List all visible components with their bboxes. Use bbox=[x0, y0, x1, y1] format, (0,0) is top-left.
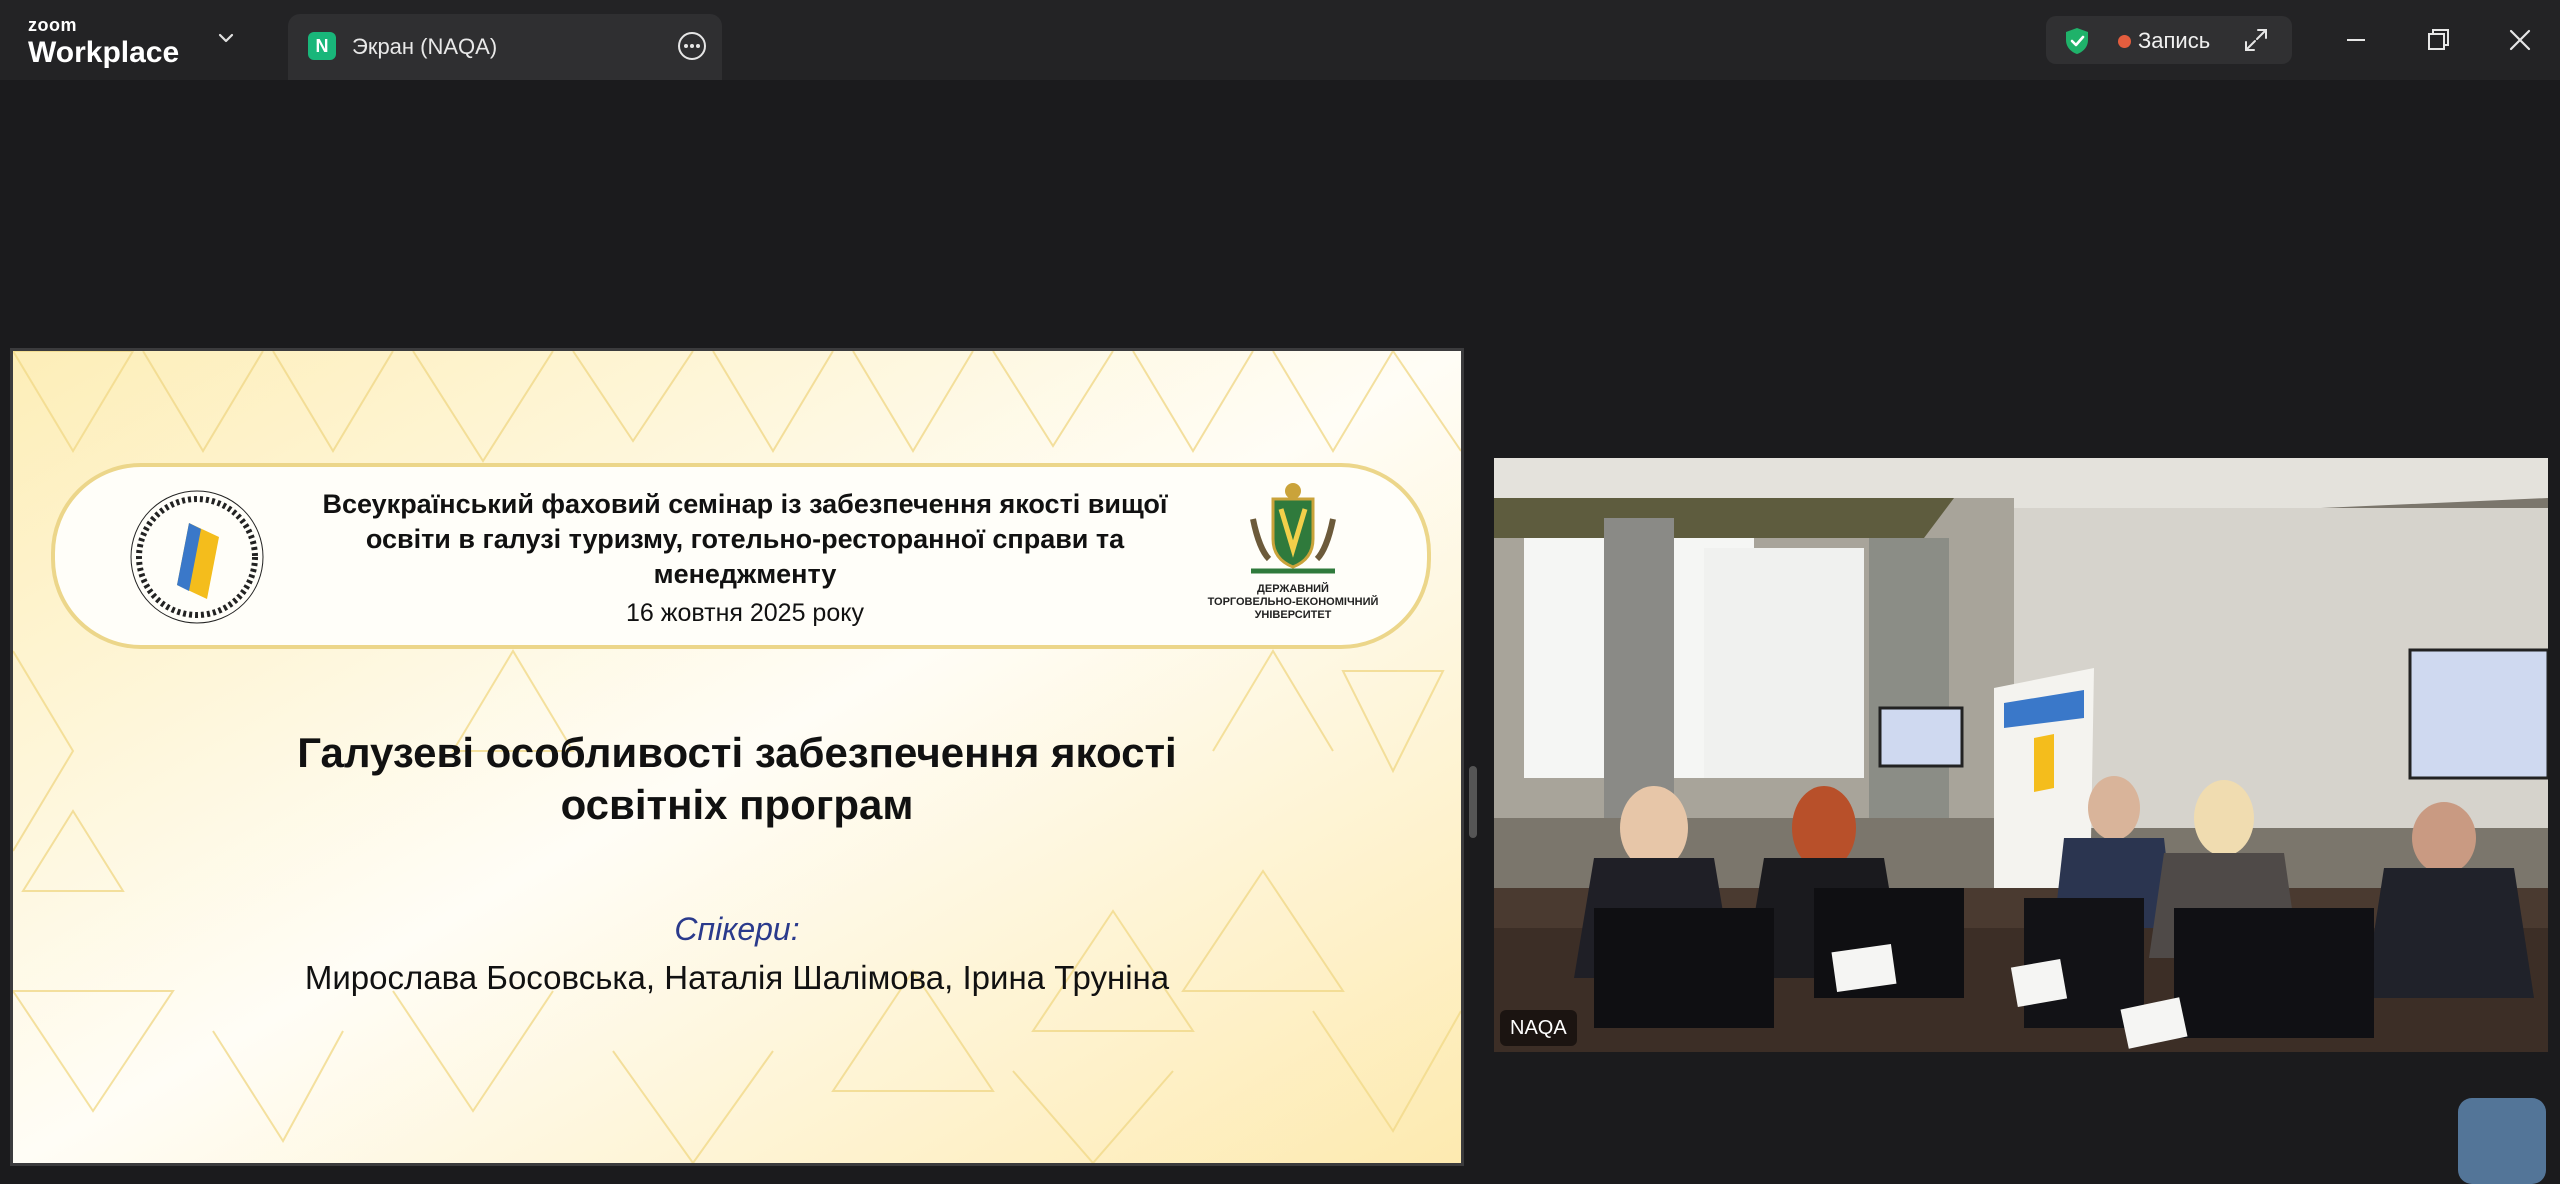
meeting-stage: Всеукраїнський фаховий семінар із забезп… bbox=[0, 80, 2560, 1184]
university-name-line3: УНІВЕРСИТЕТ bbox=[1254, 609, 1332, 621]
close-icon[interactable] bbox=[2500, 20, 2540, 60]
shared-screen-slide[interactable]: Всеукраїнський фаховий семінар із забезп… bbox=[10, 348, 1464, 1166]
speakers-label: Спікери: bbox=[674, 911, 800, 947]
slide-heading-line1: Галузеві особливості забезпечення якості bbox=[297, 729, 1177, 776]
participant-name-label: NAQA bbox=[1500, 1010, 1577, 1046]
slide-heading: Галузеві особливості забезпечення якості… bbox=[113, 727, 1361, 831]
chevron-down-icon[interactable] bbox=[214, 26, 238, 50]
seminar-date: 16 жовтня 2025 року bbox=[626, 599, 864, 627]
university-crest-icon bbox=[1250, 483, 1336, 574]
recording-dot-icon bbox=[2118, 35, 2131, 48]
brand-zoom-text: zoom bbox=[28, 15, 77, 35]
naqa-logo bbox=[130, 490, 264, 624]
speakers-names: Мирослава Босовська, Наталія Шалімова, І… bbox=[304, 959, 1170, 996]
tab-label: Экран (NAQA) bbox=[352, 34, 498, 59]
title-bar: zoom Workplace N Экран (NAQA) Запись bbox=[0, 0, 2560, 80]
slide-heading-line2: освітніх програм bbox=[560, 781, 914, 828]
seminar-banner: Всеукраїнський фаховий семінар із забезп… bbox=[51, 463, 1431, 649]
conference-room-video bbox=[1494, 458, 2548, 1052]
recording-label: Запись bbox=[2138, 28, 2211, 53]
brand-workplace-text: Workplace bbox=[28, 36, 180, 69]
participant-video-tile[interactable]: NAQA bbox=[1494, 458, 2548, 1052]
floating-app-icon[interactable] bbox=[2458, 1098, 2546, 1184]
restore-icon[interactable] bbox=[2418, 20, 2458, 60]
seminar-title: Всеукраїнський фаховий семінар із забезп… bbox=[322, 489, 1168, 589]
more-options-icon[interactable] bbox=[676, 30, 708, 62]
tab-screen-share[interactable]: N Экран (NAQA) bbox=[288, 14, 722, 80]
university-name-line1: ДЕРЖАВНИЙ bbox=[1257, 583, 1329, 595]
shield-check-icon[interactable] bbox=[2062, 26, 2092, 56]
expand-icon[interactable] bbox=[2242, 26, 2270, 54]
university-name-line2: ТОРГОВЕЛЬНО-ЕКОНОМІЧНИЙ bbox=[1207, 596, 1379, 608]
zoom-workplace-logo: zoom Workplace bbox=[28, 16, 179, 68]
minimize-icon[interactable] bbox=[2336, 20, 2376, 60]
participant-badge: N bbox=[308, 32, 336, 60]
recording-indicator[interactable]: Запись bbox=[2046, 16, 2292, 64]
university-name: ДЕРЖАВНИЙ ТОРГОВЕЛЬНО-ЕКОНОМІЧНИЙ УНІВЕР… bbox=[1195, 583, 1391, 622]
split-view-handle[interactable] bbox=[1469, 766, 1477, 838]
